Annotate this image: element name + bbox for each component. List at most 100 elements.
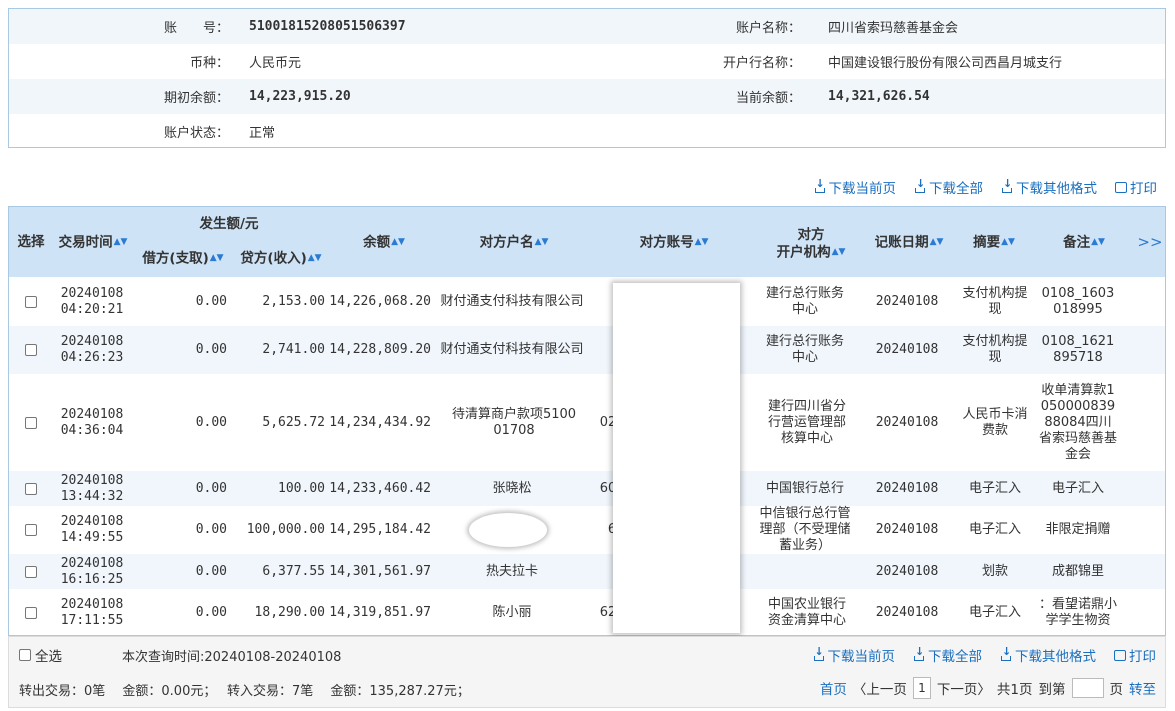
row-remark: 非限定捐赠	[1045, 522, 1111, 537]
row-counterparty-name: 陈小丽	[492, 605, 532, 620]
sort-icon: ▲▼	[831, 247, 846, 257]
header-counterparty-bank[interactable]: 对方 开户机构▲▼	[761, 227, 861, 262]
row-time-date: 20240108	[60, 334, 124, 349]
download-icon	[1001, 177, 1013, 193]
row-checkbox[interactable]	[25, 524, 37, 536]
row-checkbox[interactable]	[25, 607, 37, 619]
row-time-date: 20240108	[60, 597, 124, 612]
row-time-clock: 04:26:23	[60, 350, 124, 365]
total-pages: 共1页	[996, 682, 1033, 698]
header-counterparty-name[interactable]: 对方户名▲▼	[464, 234, 564, 252]
header-counterparty-account[interactable]: 对方账号▲▼	[624, 234, 724, 252]
sort-icon: ▲▼	[1091, 237, 1105, 247]
row-time-date: 20240108	[60, 514, 124, 529]
row-counterparty-bank: 中信银行总行管理部（不受理储蓄业务）	[759, 506, 851, 553]
currency-value: 人民币元	[249, 56, 302, 71]
download-icon	[814, 177, 826, 193]
row-checkbox[interactable]	[25, 344, 37, 356]
more-columns-button[interactable]: >>	[1134, 234, 1165, 251]
header-debit[interactable]: 借方(支取)▲▼	[137, 250, 229, 268]
sort-icon: ▲▼	[694, 237, 709, 247]
row-counterparty-name: 张晓松	[492, 480, 532, 496]
download-all-button[interactable]: 下载全部	[914, 177, 983, 197]
row-counterparty-bank: 建行总行账务中心	[765, 286, 844, 317]
row-summary: 电子汇入	[968, 522, 1021, 537]
download-other-format-button[interactable]: 下载其他格式	[1000, 645, 1096, 665]
row-counterparty-bank: 建行总行账务中心	[765, 334, 844, 365]
prev-page-link[interactable]: 〈上一页	[853, 678, 907, 698]
current-balance: 14,321,626.54	[828, 89, 930, 104]
row-checkbox[interactable]	[25, 296, 37, 308]
table-row: 20240108 14:49:55 0.00 100,000.00 14,295,…	[9, 506, 1165, 554]
row-checkbox[interactable]	[25, 565, 37, 578]
account-name: 四川省索玛慈善基金会	[828, 21, 959, 36]
row-balance: 14,228,809.20	[329, 342, 431, 357]
sort-icon: ▲▼	[929, 237, 944, 247]
printer-icon	[1115, 181, 1127, 193]
row-post-date: 20240108	[875, 605, 939, 620]
header-balance[interactable]: 余额▲▼	[349, 234, 419, 252]
row-checkbox[interactable]	[25, 482, 37, 495]
row-credit: 2,741.00	[262, 342, 325, 357]
header-credit[interactable]: 贷方(收入)▲▼	[235, 250, 327, 268]
row-remark: 0108_1603018995	[1041, 286, 1115, 317]
row-summary: 电子汇入	[968, 605, 1021, 620]
first-page-link[interactable]: 首页	[820, 678, 847, 698]
account-row-2: 币种： 人民币元 开户行名称： 中国建设银行股份有限公司西昌月城支行	[9, 44, 1165, 79]
row-checkbox[interactable]	[25, 416, 37, 429]
row-counterparty-name: 热夫拉卡	[485, 563, 538, 579]
print-button[interactable]: 打印	[1115, 177, 1157, 197]
header-post-date[interactable]: 记账日期▲▼	[869, 234, 949, 252]
row-time-clock: 17:11:55	[60, 613, 124, 628]
sort-icon: ▲▼	[534, 237, 549, 247]
row-debit: 0.00	[195, 342, 227, 357]
row-remark: 0108_1621895718	[1041, 334, 1115, 365]
goto-button[interactable]: 转至	[1129, 678, 1156, 698]
sort-icon: ▲▼	[209, 253, 224, 263]
row-remark: 成都锦里	[1051, 563, 1104, 579]
table-row: 20240108 13:44:32 0.00 100.00 14,233,460.…	[9, 471, 1165, 506]
goto-page-input[interactable]	[1071, 678, 1104, 698]
row-counterparty-bank	[761, 554, 849, 589]
bank-name: 中国建设银行股份有限公司西昌月城支行	[828, 56, 1063, 71]
download-page-button[interactable]: 下载当前页	[814, 177, 896, 197]
table-row: 20240108 04:20:21 0.00 2,153.00 14,226,06…	[9, 278, 1165, 326]
print-button[interactable]: 打印	[1114, 645, 1156, 665]
row-credit: 2,153.00	[262, 294, 325, 309]
account-row-1: 账 号： 51001815208051506397 账户名称： 四川省索玛慈善基…	[9, 9, 1165, 44]
select-all-checkbox[interactable]	[19, 649, 31, 661]
current-balance-label: 当前余额：	[735, 91, 801, 106]
header-summary[interactable]: 摘要▲▼	[964, 234, 1024, 252]
row-counterparty-name: 待清算商户款项510001708	[451, 406, 577, 438]
account-status: 正常	[249, 126, 276, 141]
row-post-date: 20240108	[875, 294, 939, 309]
redaction-overlay	[613, 283, 740, 633]
pagination: 首页 〈上一页 1 下一页〉 共1页 到第 页 转至	[820, 677, 1156, 699]
download-all-button[interactable]: 下载全部	[913, 645, 982, 665]
header-remark[interactable]: 备注▲▼	[1054, 234, 1114, 252]
currency-label: 币种：	[189, 56, 229, 71]
row-credit: 6,377.55	[262, 563, 325, 579]
row-remark: 收单清算款105000083988084四川省索玛慈善基金会	[1039, 382, 1118, 462]
row-time-date: 20240108	[60, 286, 124, 301]
table-row: 20240108 17:11:55 0.00 18,290.00 14,319,8…	[9, 589, 1165, 635]
row-summary: 划款	[981, 563, 1008, 579]
row-balance: 14,234,434.92	[329, 414, 431, 430]
opening-balance: 14,223,915.20	[249, 89, 351, 104]
account-row-4: 账户状态： 正常	[9, 114, 1165, 149]
download-other-format-button[interactable]: 下载其他格式	[1001, 177, 1097, 197]
row-balance: 14,319,851.97	[329, 605, 431, 620]
current-page[interactable]: 1	[912, 677, 931, 699]
row-credit: 100.00	[278, 480, 325, 496]
row-time-clock: 16:16:25	[60, 571, 124, 587]
select-all[interactable]: 全选	[19, 645, 62, 665]
bottom-toolbar: 下载当前页 下载全部 下载其他格式 打印	[813, 645, 1156, 665]
download-page-button[interactable]: 下载当前页	[813, 645, 895, 665]
row-post-date: 20240108	[875, 563, 939, 579]
next-page-link[interactable]: 下一页〉	[937, 678, 991, 698]
sort-icon: ▲▼	[391, 237, 405, 247]
download-icon	[914, 177, 926, 193]
row-debit: 0.00	[195, 605, 227, 620]
header-time[interactable]: 交易时间▲▼	[53, 234, 133, 252]
download-icon	[813, 645, 825, 661]
